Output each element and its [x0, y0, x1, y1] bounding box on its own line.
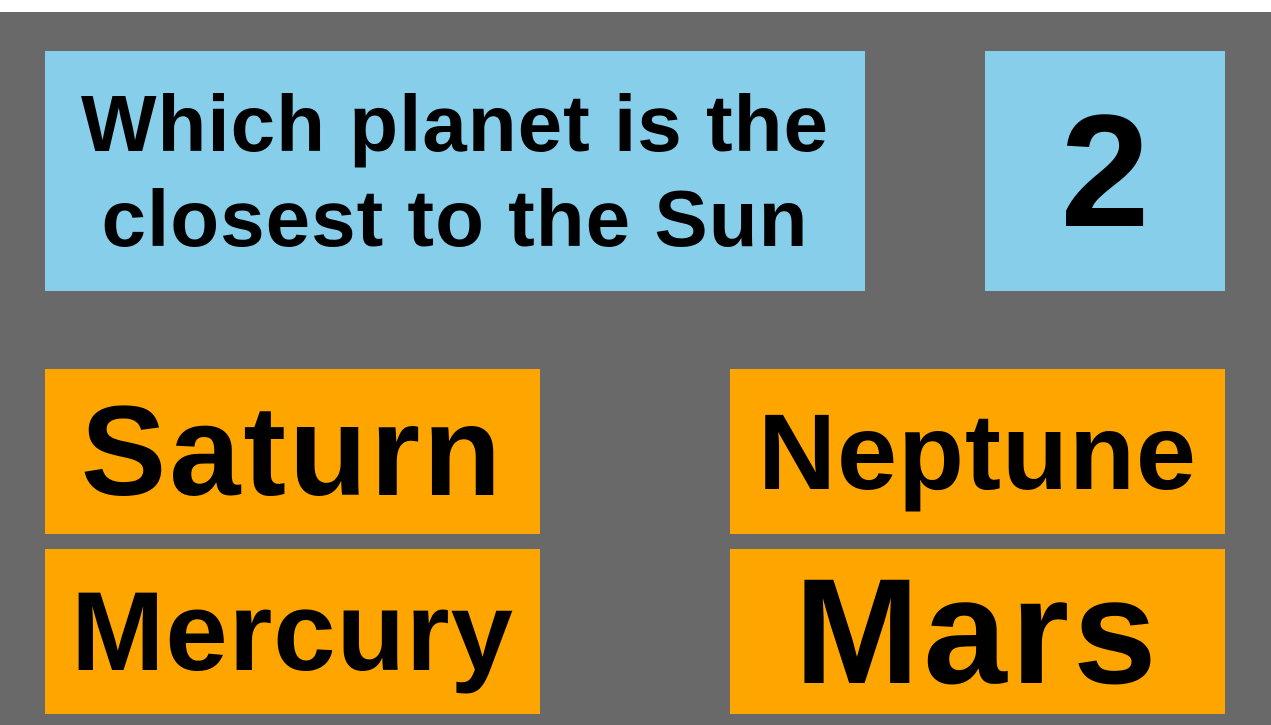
answer-label: Mars	[794, 549, 1161, 714]
corner-mark	[2, 0, 42, 8]
answer-label: Neptune	[758, 391, 1197, 512]
counter-value: 2	[1060, 81, 1150, 260]
answer-label: Saturn	[80, 380, 505, 523]
answer-label: Mercury	[71, 569, 514, 694]
answer-button-mercury[interactable]: Mercury	[45, 549, 540, 714]
answer-button-saturn[interactable]: Saturn	[45, 369, 540, 534]
answer-button-neptune[interactable]: Neptune	[730, 369, 1225, 534]
question-panel: Which planet is the closest to the Sun	[45, 51, 865, 291]
counter-panel: 2	[985, 51, 1225, 291]
question-text: Which planet is the closest to the Sun	[81, 79, 829, 263]
answer-button-mars[interactable]: Mars	[730, 549, 1225, 714]
game-stage: Which planet is the closest to the Sun 2…	[0, 12, 1271, 725]
